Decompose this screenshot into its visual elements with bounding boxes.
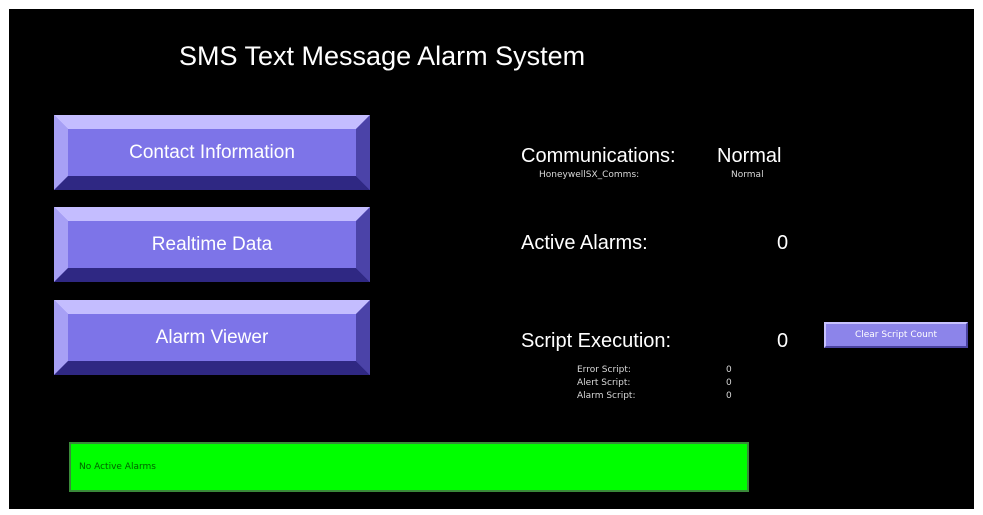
comms-device-label: HoneywellSX_Comms: xyxy=(539,170,640,180)
alert-script-label: Alert Script: xyxy=(577,378,631,388)
script-execution-label: Script Execution: xyxy=(521,330,672,352)
communications-value: Normal xyxy=(717,145,782,167)
alarm-script-value: 0 xyxy=(726,391,732,401)
error-script-value: 0 xyxy=(726,365,732,375)
page-title: SMS Text Message Alarm System xyxy=(179,41,586,71)
realtime-data-button[interactable]: Realtime Data xyxy=(54,207,370,282)
button-bevel xyxy=(54,207,370,221)
alert-script-value: 0 xyxy=(726,378,732,388)
alarm-viewer-label: Alarm Viewer xyxy=(155,326,269,348)
alarm-status-banner[interactable]: No Active Alarms xyxy=(69,442,749,492)
realtime-data-label: Realtime Data xyxy=(151,233,273,255)
script-execution-value: 0 xyxy=(777,330,789,352)
button-bevel xyxy=(54,361,370,375)
communications-label: Communications: xyxy=(521,145,676,167)
button-bevel xyxy=(54,300,370,314)
alarm-viewer-button[interactable]: Alarm Viewer xyxy=(54,300,370,375)
button-bevel xyxy=(54,268,370,282)
clear-script-count-button[interactable]: Clear Script Count xyxy=(824,322,968,348)
comms-device-value: Normal xyxy=(731,170,764,180)
hmi-screen: SMS Text Message Alarm System Contact In… xyxy=(9,9,974,509)
error-script-label: Error Script: xyxy=(577,365,631,375)
active-alarms-value: 0 xyxy=(777,232,789,254)
alarm-script-label: Alarm Script: xyxy=(577,391,636,401)
active-alarms-label: Active Alarms: xyxy=(521,232,648,254)
alarm-banner-text: No Active Alarms xyxy=(79,462,156,472)
button-bevel xyxy=(54,176,370,190)
contact-information-label: Contact Information xyxy=(129,141,295,163)
button-bevel xyxy=(54,115,370,129)
contact-information-button[interactable]: Contact Information xyxy=(54,115,370,190)
